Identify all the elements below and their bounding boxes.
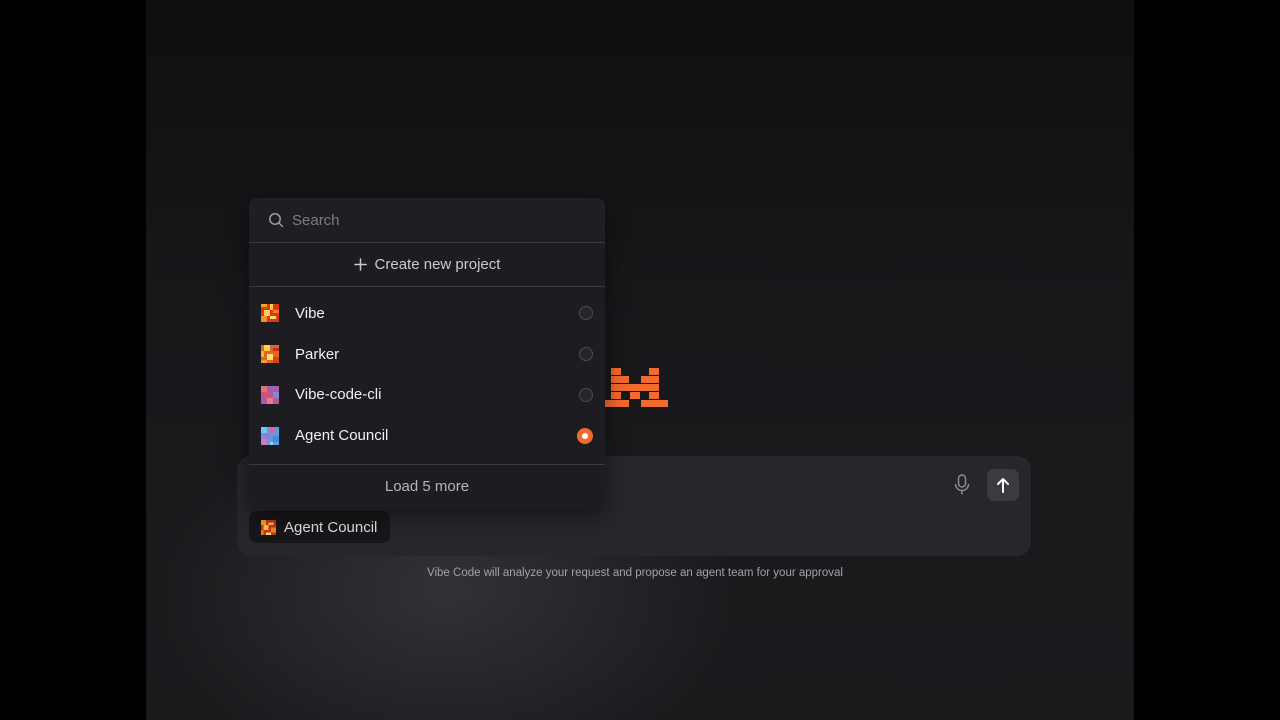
project-item-label: Vibe <box>295 304 325 322</box>
project-item[interactable]: Vibe-code-cli <box>249 375 605 416</box>
project-item-label: Vibe-code-cli <box>295 386 382 404</box>
create-project-button[interactable]: Create new project <box>249 243 605 287</box>
selected-project-label: Agent Council <box>284 518 378 536</box>
project-radio[interactable] <box>579 306 593 321</box>
send-button[interactable] <box>987 469 1019 501</box>
brand-logo <box>605 368 668 407</box>
search-bar <box>249 198 605 243</box>
project-avatar-icon <box>261 519 276 535</box>
plus-icon <box>353 258 367 271</box>
search-icon <box>269 213 284 228</box>
project-item[interactable]: Vibe <box>249 293 605 334</box>
project-avatar-icon <box>261 426 279 445</box>
project-avatar-icon <box>261 345 279 364</box>
project-avatar-icon <box>261 385 279 404</box>
composer-hint: Vibe Code will analyze your request and … <box>427 567 843 579</box>
arrow-up-icon <box>997 478 1009 493</box>
project-selector-chip[interactable]: Agent Council <box>249 511 391 543</box>
project-list: Vibe Parker Vibe-code-cli Agent Council <box>249 287 605 445</box>
project-item-label: Parker <box>295 345 340 363</box>
project-radio[interactable] <box>579 347 593 362</box>
project-dropdown: Create new project Vibe Parker <box>249 198 605 508</box>
load-more-label: Load 5 more <box>384 478 470 495</box>
project-item-label: Agent Council <box>295 427 389 445</box>
microphone-icon[interactable] <box>953 474 971 496</box>
search-input[interactable] <box>292 211 572 229</box>
project-item[interactable]: Parker <box>249 334 605 375</box>
create-project-label: Create new project <box>374 256 501 273</box>
project-avatar-icon <box>261 304 279 323</box>
project-radio[interactable] <box>579 387 593 402</box>
project-radio-selected[interactable] <box>577 427 593 444</box>
load-more-button[interactable]: Load 5 more <box>249 464 605 508</box>
project-item-selected[interactable]: Agent Council <box>249 415 605 456</box>
